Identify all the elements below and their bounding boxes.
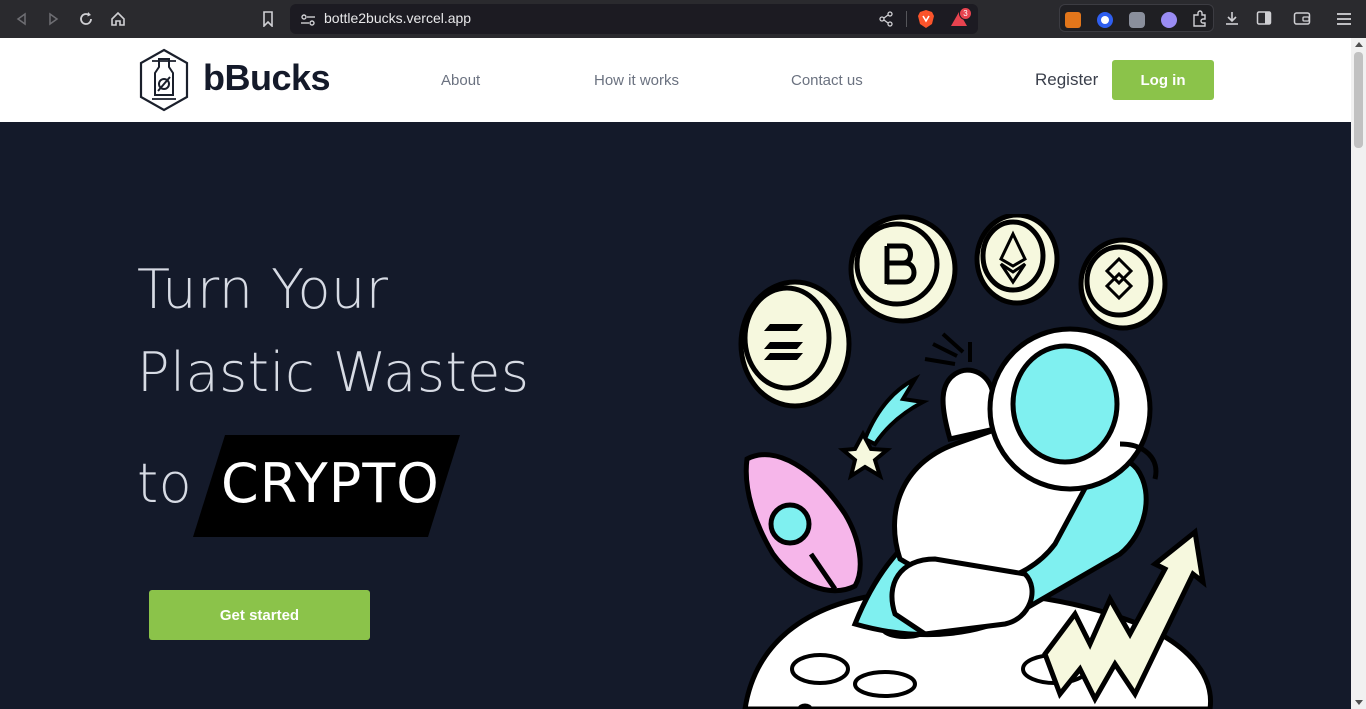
- login-button[interactable]: Log in: [1112, 60, 1214, 100]
- hero-line-1: Turn Your: [137, 258, 389, 321]
- shooting-star-illustration: [837, 373, 930, 481]
- hero-section: Turn Your Plastic Wastes to CRYPTO Get s…: [0, 122, 1351, 709]
- hero-line-3-prefix: to: [137, 452, 193, 515]
- rewards-badge: 3: [959, 7, 972, 20]
- url-divider: [906, 11, 907, 27]
- nav-contact-us[interactable]: Contact us: [791, 72, 863, 89]
- nav-how-it-works[interactable]: How it works: [594, 72, 679, 89]
- wallet-icon[interactable]: [1293, 10, 1311, 30]
- phantom-ghost-icon[interactable]: [1161, 12, 1177, 28]
- site-header: bBucks About How it works Contact us Reg…: [0, 38, 1351, 122]
- sidebar-icon[interactable]: [1256, 10, 1272, 30]
- scroll-down-arrow[interactable]: [1355, 700, 1363, 705]
- rabby-extension-icon[interactable]: [1129, 12, 1145, 28]
- brave-rewards-icon[interactable]: 3: [950, 7, 972, 33]
- scroll-thumb[interactable]: [1354, 52, 1363, 148]
- binance-coin-icon: [1078, 237, 1168, 331]
- forward-icon[interactable]: [43, 9, 63, 29]
- wallet-extension-icon[interactable]: [1097, 12, 1113, 28]
- crypto-highlight-text: CRYPTO: [221, 452, 440, 515]
- bottle-logo-icon[interactable]: [136, 47, 192, 117]
- extensions-group: [1059, 4, 1214, 32]
- downloads-icon[interactable]: [1224, 10, 1240, 30]
- home-icon[interactable]: [108, 9, 128, 29]
- site-settings-icon[interactable]: [300, 12, 316, 31]
- nav-about[interactable]: About: [441, 72, 480, 89]
- bookmark-icon[interactable]: [258, 9, 278, 29]
- metamask-fox-icon[interactable]: [1065, 12, 1081, 28]
- menu-icon[interactable]: [1336, 11, 1352, 30]
- rocket-illustration: [743, 452, 863, 594]
- bitcoin-coin-icon: [848, 214, 958, 324]
- hero-line-2: Plastic Wastes: [137, 341, 530, 404]
- address-bar[interactable]: bottle2bucks.vercel.app 3: [290, 4, 978, 34]
- url-text[interactable]: bottle2bucks.vercel.app: [324, 10, 471, 26]
- ethereum-coin-icon: [974, 214, 1060, 306]
- brand-name[interactable]: bBucks: [203, 57, 331, 99]
- browser-toolbar: bottle2bucks.vercel.app 3: [0, 0, 1366, 38]
- astronaut-crypto-illustration: [738, 214, 1214, 709]
- scroll-up-arrow[interactable]: [1355, 42, 1363, 47]
- back-icon[interactable]: [12, 9, 32, 29]
- share-icon[interactable]: [878, 11, 894, 31]
- brave-shields-icon[interactable]: [917, 9, 935, 33]
- get-started-button[interactable]: Get started: [149, 590, 370, 640]
- register-link[interactable]: Register: [1035, 70, 1098, 90]
- reload-icon[interactable]: [76, 9, 96, 29]
- page-scrollbar[interactable]: [1351, 38, 1366, 709]
- extensions-puzzle-icon[interactable]: [1191, 10, 1209, 32]
- solana-coin-icon: [738, 279, 852, 409]
